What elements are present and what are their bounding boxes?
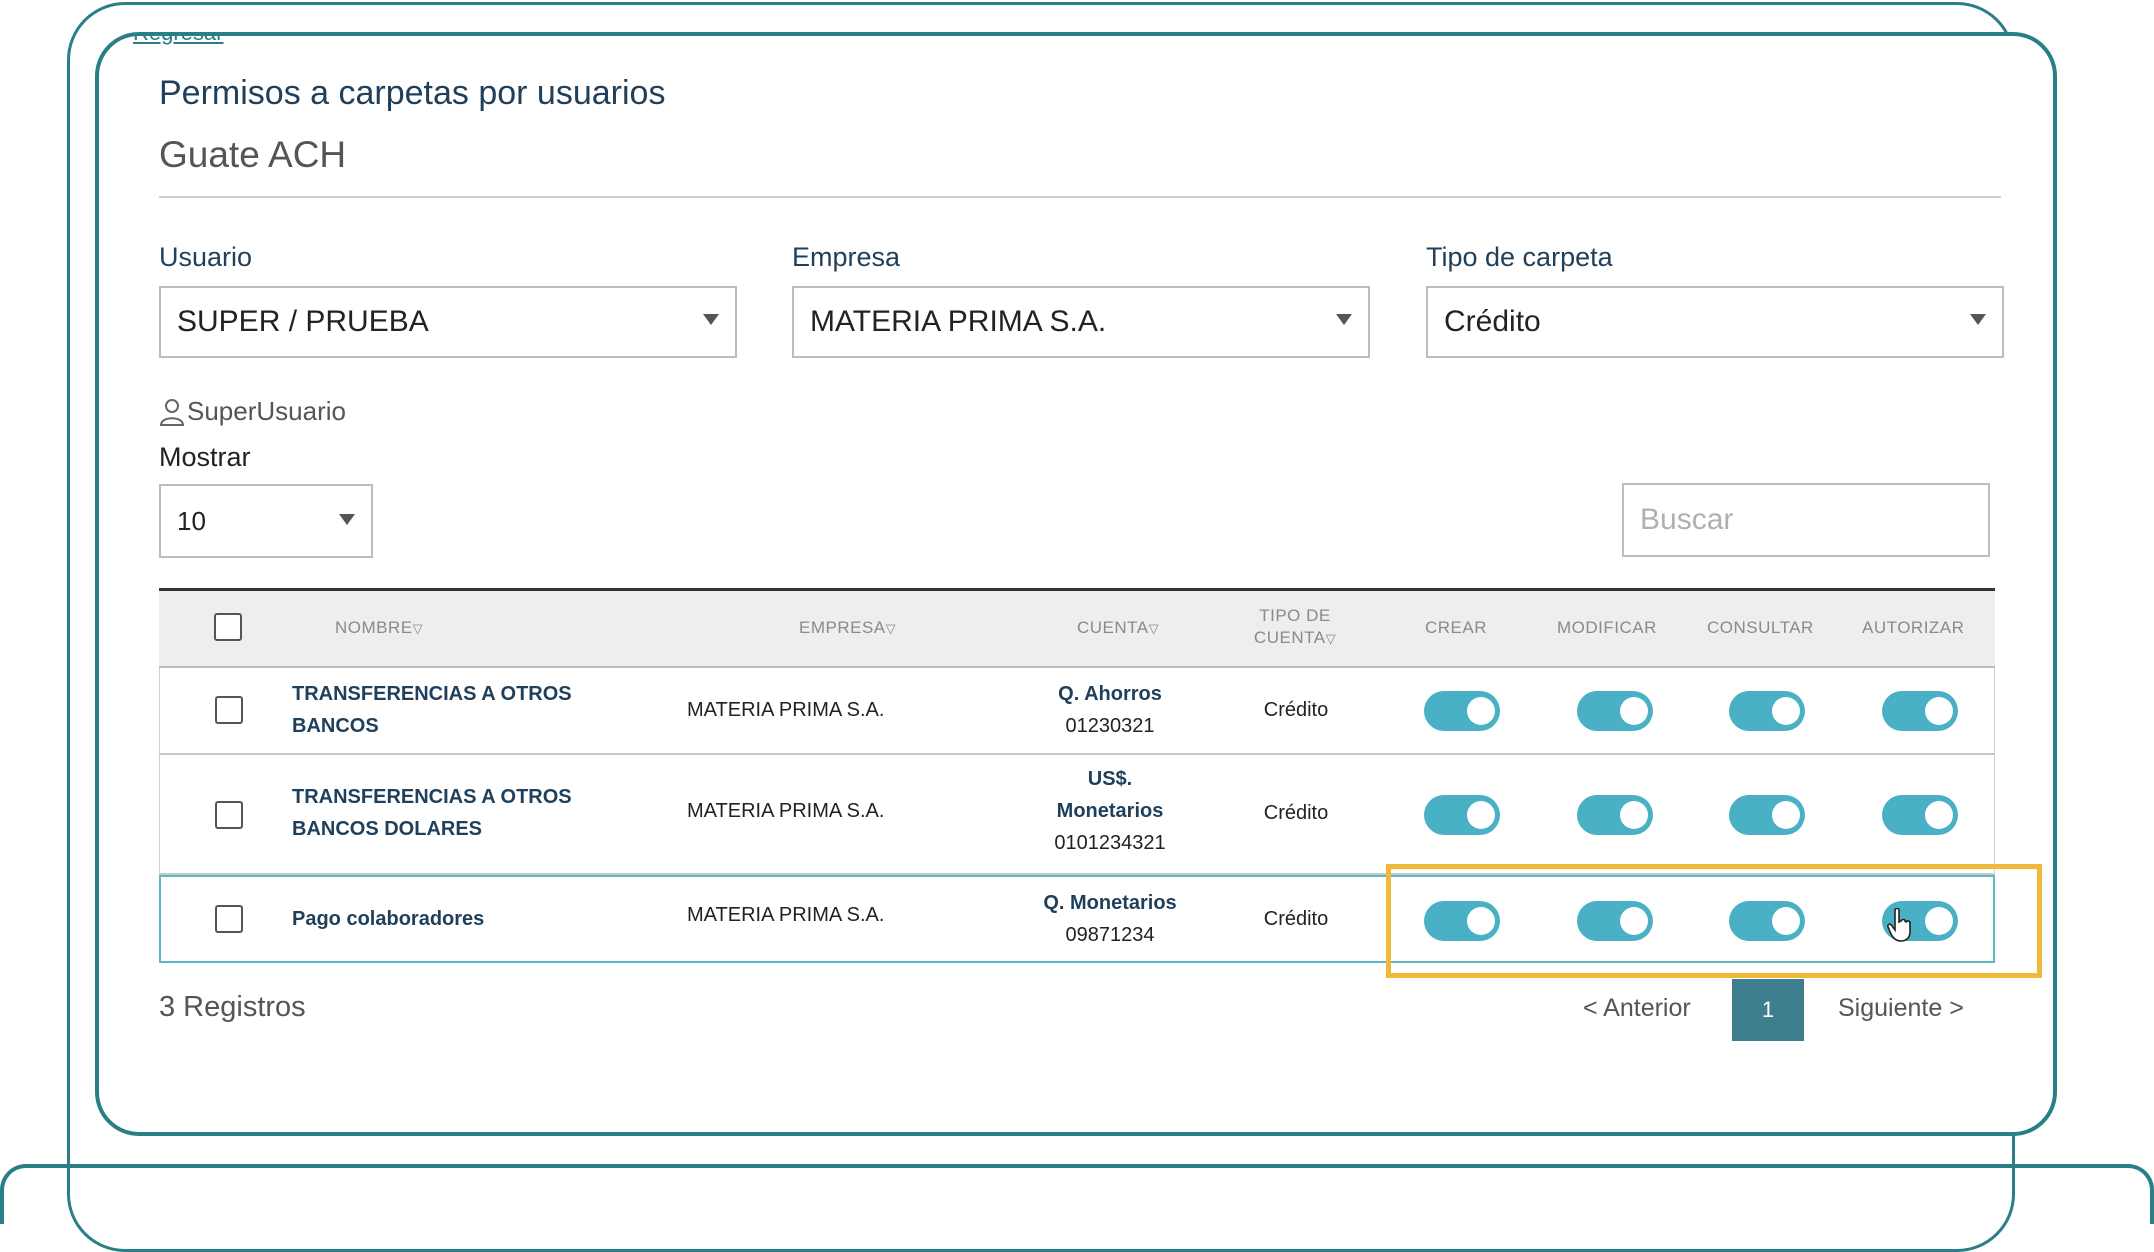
toggle-consultar[interactable] (1729, 795, 1805, 835)
row-name-line1: TRANSFERENCIAS A OTROS (292, 683, 572, 705)
empresa-label: Empresa (792, 242, 901, 272)
divider (159, 196, 2001, 198)
sort-icon: ▽ (885, 621, 897, 636)
row-cuenta: US$. Monetarios 0101234321 (1010, 763, 1210, 859)
header-empresa-label: EMPRESA (799, 618, 886, 637)
usuario-select[interactable]: SUPER / PRUEBA (159, 286, 737, 358)
row-empresa: MATERIA PRIMA S.A. (687, 699, 885, 721)
tipo-carpeta-label: Tipo de carpeta (1426, 242, 1613, 272)
usuario-select-value: SUPER / PRUEBA (177, 305, 429, 338)
row-tipo: Crédito (1263, 908, 1329, 930)
empresa-select-value: MATERIA PRIMA S.A. (810, 305, 1107, 338)
toggle-autorizar[interactable] (1882, 795, 1958, 835)
header-tipo-label-line2: CUENTA (1253, 628, 1326, 647)
toggle-modificar[interactable] (1577, 691, 1653, 731)
header-consultar: CONSULTAR (1707, 618, 1814, 637)
toggle-knob (1925, 801, 1953, 829)
row-checkbox[interactable] (215, 696, 243, 724)
page-subtitle: Guate ACH (159, 134, 347, 175)
chevron-down-icon (1970, 314, 1986, 325)
table-row: TRANSFERENCIAS A OTROS BANCOS DOLARES MA… (159, 755, 1995, 875)
row-checkbox[interactable] (215, 801, 243, 829)
toggle-crear[interactable] (1424, 795, 1500, 835)
header-cuenta-label: CUENTA (1077, 618, 1149, 637)
row-tipo: Crédito (1263, 802, 1329, 824)
search-input[interactable] (1622, 483, 1990, 557)
chevron-down-icon (1336, 314, 1352, 325)
page-title: Permisos a carpetas por usuarios (159, 74, 666, 112)
records-count: 3 Registros (159, 991, 306, 1023)
row-name-link[interactable]: TRANSFERENCIAS A OTROS BANCOS (292, 678, 572, 742)
pagination-next[interactable]: Siguiente > (1838, 994, 1964, 1023)
highlight-box (1386, 864, 2042, 978)
usuario-label: Usuario (159, 242, 253, 272)
user-icon (159, 398, 185, 426)
mostrar-select[interactable]: 10 (159, 484, 373, 558)
toggle-knob (1925, 697, 1953, 725)
mostrar-select-value: 10 (177, 505, 206, 536)
row-name-line1: TRANSFERENCIAS A OTROS (292, 786, 572, 808)
row-name-line2: BANCOS (292, 715, 379, 737)
sort-icon: ▽ (412, 621, 424, 636)
row-cuenta-number: 01230321 (1065, 715, 1155, 737)
tipo-carpeta-select-value: Crédito (1444, 305, 1541, 338)
toggle-knob (1620, 697, 1648, 725)
row-cuenta-currency: US$. (1087, 768, 1133, 790)
row-empresa: MATERIA PRIMA S.A. (687, 904, 885, 926)
row-cuenta: Q. Ahorros 01230321 (1010, 678, 1210, 742)
laptop-base (0, 1164, 2154, 1224)
hand-cursor-icon (1887, 908, 1911, 942)
table-header: NOMBRE▽ EMPRESA▽ CUENTA▽ TIPO DE CUENTA▽… (159, 588, 1995, 668)
select-all-checkbox[interactable] (214, 613, 242, 641)
mostrar-label: Mostrar (159, 442, 251, 472)
toggle-knob (1772, 801, 1800, 829)
toggle-autorizar[interactable] (1882, 691, 1958, 731)
chevron-down-icon (703, 314, 719, 325)
toggle-modificar[interactable] (1577, 795, 1653, 835)
header-modificar: MODIFICAR (1557, 618, 1657, 637)
page: Regresar Permisos a carpetas por usuario… (99, 36, 2053, 1132)
superuser-label: SuperUsuario (187, 396, 346, 426)
pagination-page-current[interactable]: 1 (1732, 979, 1804, 1041)
header-tipo-label-line1: TIPO DE (1259, 606, 1331, 625)
toggle-knob (1620, 801, 1648, 829)
sort-icon: ▽ (1148, 621, 1160, 636)
header-nombre[interactable]: NOMBRE▽ (335, 617, 423, 640)
row-cuenta-type: Q. Monetarios (1043, 892, 1177, 914)
header-autorizar: AUTORIZAR (1862, 618, 1965, 637)
toggle-consultar[interactable] (1729, 691, 1805, 731)
header-cuenta[interactable]: CUENTA▽ (1077, 617, 1159, 640)
superuser-indicator: SuperUsuario (159, 396, 346, 427)
chevron-down-icon (339, 514, 355, 525)
header-crear: CREAR (1425, 618, 1488, 637)
back-link[interactable]: Regresar (133, 36, 223, 46)
row-checkbox[interactable] (215, 905, 243, 933)
sort-icon: ▽ (1325, 631, 1337, 646)
row-tipo: Crédito (1263, 699, 1329, 721)
header-tipo-cuenta[interactable]: TIPO DE CUENTA▽ (1245, 605, 1345, 650)
tipo-carpeta-select[interactable]: Crédito (1426, 286, 2004, 358)
toggle-knob (1467, 801, 1495, 829)
row-name-line2: BANCOS DOLARES (292, 818, 483, 840)
row-cuenta-number: 0101234321 (1054, 832, 1166, 854)
row-cuenta-number: 09871234 (1065, 924, 1155, 946)
row-cuenta-type: Q. Ahorros (1058, 683, 1162, 705)
table-row: TRANSFERENCIAS A OTROS BANCOS MATERIA PR… (159, 668, 1995, 755)
row-name-link[interactable]: Pago colaboradores (292, 903, 484, 935)
row-cuenta: Q. Monetarios 09871234 (1010, 887, 1210, 951)
row-empresa: MATERIA PRIMA S.A. (687, 800, 885, 822)
row-cuenta-type: Monetarios (1056, 800, 1164, 822)
row-name-link[interactable]: TRANSFERENCIAS A OTROS BANCOS DOLARES (292, 781, 572, 845)
screen: Regresar Permisos a carpetas por usuario… (95, 32, 2057, 1136)
toggle-knob (1772, 697, 1800, 725)
header-nombre-label: NOMBRE (335, 618, 413, 637)
header-empresa[interactable]: EMPRESA▽ (799, 617, 896, 640)
toggle-knob (1467, 697, 1495, 725)
empresa-select[interactable]: MATERIA PRIMA S.A. (792, 286, 1370, 358)
toggle-crear[interactable] (1424, 691, 1500, 731)
pagination-prev[interactable]: < Anterior (1583, 994, 1691, 1023)
